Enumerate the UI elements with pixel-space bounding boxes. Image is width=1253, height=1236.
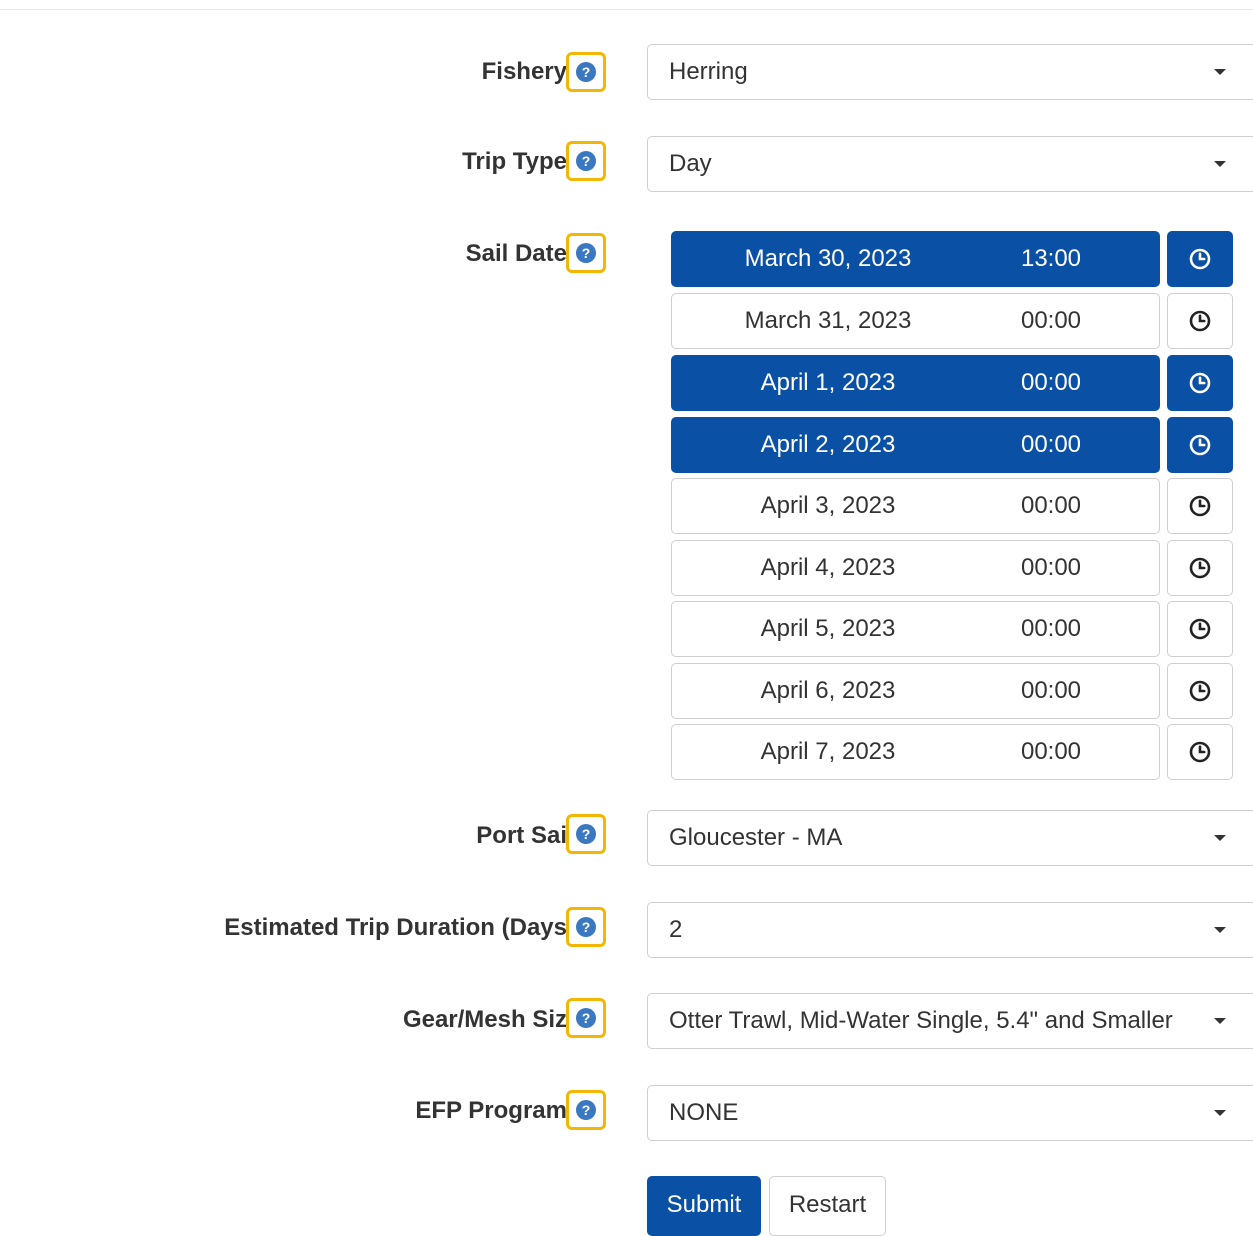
caret-down-icon bbox=[1214, 835, 1226, 841]
sail-date-value: March 30, 2023 bbox=[744, 245, 912, 272]
sail-date-value: April 2, 2023 bbox=[760, 431, 896, 458]
fishery-select[interactable]: Herring bbox=[647, 44, 1253, 100]
time-picker-button[interactable] bbox=[1167, 231, 1233, 287]
sail-date-value: April 3, 2023 bbox=[760, 492, 896, 519]
port-sail-select[interactable]: Gloucester - MA bbox=[647, 810, 1253, 866]
caret-down-icon bbox=[1214, 1018, 1226, 1024]
sail-date-field[interactable]: April 2, 2023 00:00 bbox=[671, 417, 1160, 473]
sail-time-value: 00:00 bbox=[1020, 431, 1082, 458]
sail-date-row[interactable]: April 4, 2023 00:00 bbox=[671, 540, 1233, 596]
sail-date-value: March 31, 2023 bbox=[744, 307, 912, 334]
caret-down-icon bbox=[1214, 161, 1226, 167]
sail-date-row[interactable]: April 1, 2023 00:00 bbox=[671, 355, 1233, 411]
efp-program-select[interactable]: NONE bbox=[647, 1085, 1253, 1141]
sail-date-row[interactable]: April 3, 2023 00:00 bbox=[671, 478, 1233, 534]
sail-time-value: 00:00 bbox=[1020, 369, 1082, 396]
sail-date-field[interactable]: April 7, 2023 00:00 bbox=[671, 724, 1160, 780]
trip-type-help-button[interactable]: ? bbox=[566, 141, 606, 181]
sail-date-row[interactable]: April 2, 2023 00:00 bbox=[671, 417, 1233, 473]
question-circle-icon: ? bbox=[576, 824, 596, 844]
trip-type-select[interactable]: Day bbox=[647, 136, 1253, 192]
port-sail-value: Gloucester - MA bbox=[669, 824, 843, 851]
time-picker-button[interactable] bbox=[1167, 417, 1233, 473]
sail-date-field[interactable]: April 3, 2023 00:00 bbox=[671, 478, 1160, 534]
sail-date-field[interactable]: April 5, 2023 00:00 bbox=[671, 601, 1160, 657]
sail-date-value: April 5, 2023 bbox=[760, 615, 896, 642]
time-picker-button[interactable] bbox=[1167, 355, 1233, 411]
sail-date-row[interactable]: March 30, 2023 13:00 bbox=[671, 231, 1233, 287]
trip-duration-help-button[interactable]: ? bbox=[566, 907, 606, 947]
sail-date-field[interactable]: March 30, 2023 13:00 bbox=[671, 231, 1160, 287]
restart-button[interactable]: Restart bbox=[769, 1176, 886, 1236]
time-picker-button[interactable] bbox=[1167, 724, 1233, 780]
clock-icon bbox=[1188, 556, 1212, 580]
sail-time-value: 00:00 bbox=[1020, 492, 1082, 519]
clock-icon bbox=[1188, 617, 1212, 641]
question-circle-icon: ? bbox=[576, 151, 596, 171]
fishery-label: Fishery bbox=[481, 58, 567, 85]
question-circle-icon: ? bbox=[576, 243, 596, 263]
fishery-value: Herring bbox=[669, 58, 748, 85]
gear-mesh-value: Otter Trawl, Mid-Water Single, 5.4" and … bbox=[669, 1007, 1173, 1034]
caret-down-icon bbox=[1214, 69, 1226, 75]
sail-time-value: 00:00 bbox=[1020, 554, 1082, 581]
gear-mesh-select[interactable]: Otter Trawl, Mid-Water Single, 5.4" and … bbox=[647, 993, 1253, 1049]
sail-time-value: 00:00 bbox=[1020, 615, 1082, 642]
trip-type-value: Day bbox=[669, 150, 712, 177]
port-sail-label: Port Sai bbox=[476, 822, 567, 849]
question-circle-icon: ? bbox=[576, 1008, 596, 1028]
time-picker-button[interactable] bbox=[1167, 601, 1233, 657]
time-picker-button[interactable] bbox=[1167, 663, 1233, 719]
trip-duration-label: Estimated Trip Duration (Days bbox=[224, 914, 567, 941]
time-picker-button[interactable] bbox=[1167, 478, 1233, 534]
sail-date-row[interactable]: April 6, 2023 00:00 bbox=[671, 663, 1233, 719]
sail-date-help-button[interactable]: ? bbox=[566, 233, 606, 273]
sail-date-row[interactable]: March 31, 2023 00:00 bbox=[671, 293, 1233, 349]
sail-date-value: April 4, 2023 bbox=[760, 554, 896, 581]
submit-button[interactable]: Submit bbox=[647, 1176, 761, 1236]
efp-program-value: NONE bbox=[669, 1099, 739, 1126]
trip-duration-value: 2 bbox=[669, 916, 683, 943]
sail-date-row[interactable]: April 7, 2023 00:00 bbox=[671, 724, 1233, 780]
gear-mesh-help-button[interactable]: ? bbox=[566, 998, 606, 1038]
top-divider bbox=[0, 9, 1253, 10]
clock-icon bbox=[1188, 371, 1212, 395]
clock-icon bbox=[1188, 433, 1212, 457]
question-circle-icon: ? bbox=[576, 1100, 596, 1120]
sail-date-value: April 1, 2023 bbox=[760, 369, 896, 396]
clock-icon bbox=[1188, 247, 1212, 271]
fishery-help-button[interactable]: ? bbox=[566, 52, 606, 92]
sail-time-value: 00:00 bbox=[1020, 307, 1082, 334]
question-circle-icon: ? bbox=[576, 62, 596, 82]
question-circle-icon: ? bbox=[576, 917, 596, 937]
port-sail-help-button[interactable]: ? bbox=[566, 814, 606, 854]
sail-date-value: April 7, 2023 bbox=[760, 738, 896, 765]
clock-icon bbox=[1188, 494, 1212, 518]
sail-date-field[interactable]: April 1, 2023 00:00 bbox=[671, 355, 1160, 411]
gear-mesh-label: Gear/Mesh Siz bbox=[402, 1006, 567, 1033]
efp-program-help-button[interactable]: ? bbox=[566, 1090, 606, 1130]
sail-time-value: 00:00 bbox=[1020, 677, 1082, 704]
sail-time-value: 00:00 bbox=[1020, 738, 1082, 765]
time-picker-button[interactable] bbox=[1167, 540, 1233, 596]
trip-duration-select[interactable]: 2 bbox=[647, 902, 1253, 958]
trip-type-label: Trip Type bbox=[462, 148, 567, 175]
sail-date-row[interactable]: April 5, 2023 00:00 bbox=[671, 601, 1233, 657]
sail-date-value: April 6, 2023 bbox=[760, 677, 896, 704]
sail-date-label: Sail Date bbox=[465, 240, 567, 267]
time-picker-button[interactable] bbox=[1167, 293, 1233, 349]
sail-date-field[interactable]: March 31, 2023 00:00 bbox=[671, 293, 1160, 349]
caret-down-icon bbox=[1214, 927, 1226, 933]
clock-icon bbox=[1188, 679, 1212, 703]
sail-date-field[interactable]: April 6, 2023 00:00 bbox=[671, 663, 1160, 719]
sail-time-value: 13:00 bbox=[1020, 245, 1082, 272]
caret-down-icon bbox=[1214, 1110, 1226, 1116]
clock-icon bbox=[1188, 740, 1212, 764]
clock-icon bbox=[1188, 309, 1212, 333]
efp-program-label: EFP Program bbox=[415, 1097, 567, 1124]
sail-date-field[interactable]: April 4, 2023 00:00 bbox=[671, 540, 1160, 596]
